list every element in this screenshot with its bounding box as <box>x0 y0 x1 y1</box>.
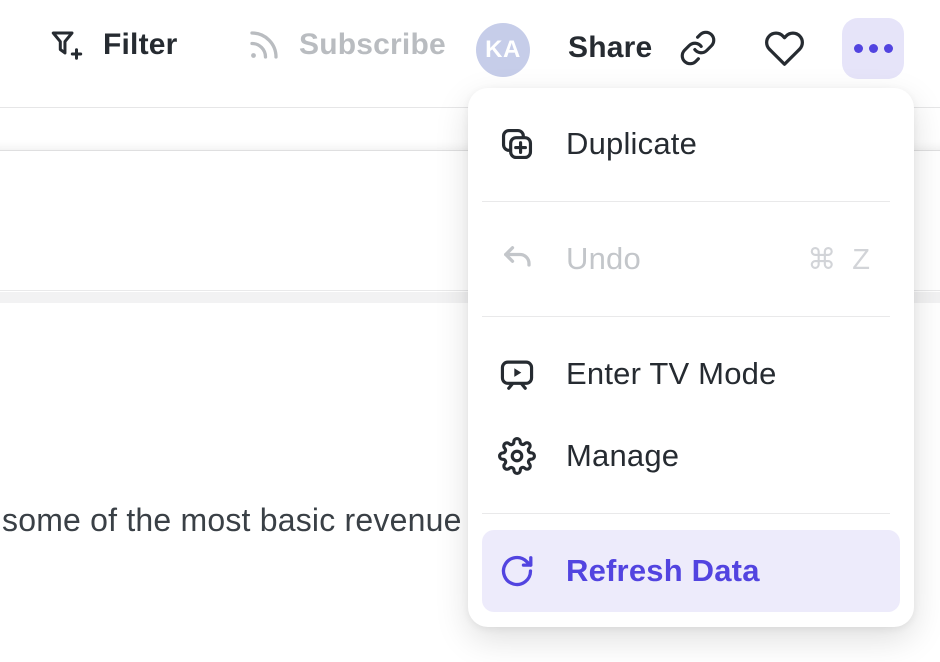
heart-icon <box>764 28 805 69</box>
rss-icon <box>246 27 282 63</box>
undo-icon <box>498 240 536 278</box>
duplicate-plus-icon <box>498 125 536 163</box>
refresh-icon <box>498 552 536 590</box>
more-options-menu: Duplicate Undo ⌘ Z Enter TV M <box>468 88 914 627</box>
menu-item-shortcut: ⌘ Z <box>807 242 874 277</box>
favorite-button[interactable] <box>763 27 805 69</box>
link-icon <box>679 29 717 67</box>
menu-item-label: Refresh Data <box>566 553 760 589</box>
subscribe-label: Subscribe <box>299 28 446 62</box>
share-label: Share <box>568 31 652 65</box>
menu-item-undo[interactable]: Undo ⌘ Z <box>482 218 900 300</box>
share-button[interactable]: Share <box>568 31 652 65</box>
menu-item-duplicate[interactable]: Duplicate <box>482 103 900 185</box>
menu-divider <box>482 316 890 317</box>
filter-plus-icon <box>48 27 84 63</box>
menu-item-label: Undo <box>566 241 641 277</box>
menu-item-label: Duplicate <box>566 126 697 162</box>
more-horizontal-icon <box>854 44 893 53</box>
filter-label: Filter <box>103 28 178 62</box>
menu-item-label: Manage <box>566 438 679 474</box>
more-options-button[interactable] <box>842 18 904 79</box>
menu-divider <box>482 201 890 202</box>
menu-item-refresh-data[interactable]: Refresh Data <box>482 530 900 612</box>
gear-icon <box>498 437 536 475</box>
filter-button[interactable]: Filter <box>48 27 178 63</box>
copy-link-button[interactable] <box>678 28 718 68</box>
menu-divider <box>482 513 890 514</box>
avatar[interactable]: KA <box>476 23 530 77</box>
menu-item-enter-tv-mode[interactable]: Enter TV Mode <box>482 333 900 415</box>
menu-item-manage[interactable]: Manage <box>482 415 900 497</box>
dashboard-screen: some of the most basic revenue m Filter … <box>0 0 940 662</box>
tv-play-icon <box>498 355 536 393</box>
menu-item-label: Enter TV Mode <box>566 356 777 392</box>
subscribe-button[interactable]: Subscribe <box>246 27 446 63</box>
